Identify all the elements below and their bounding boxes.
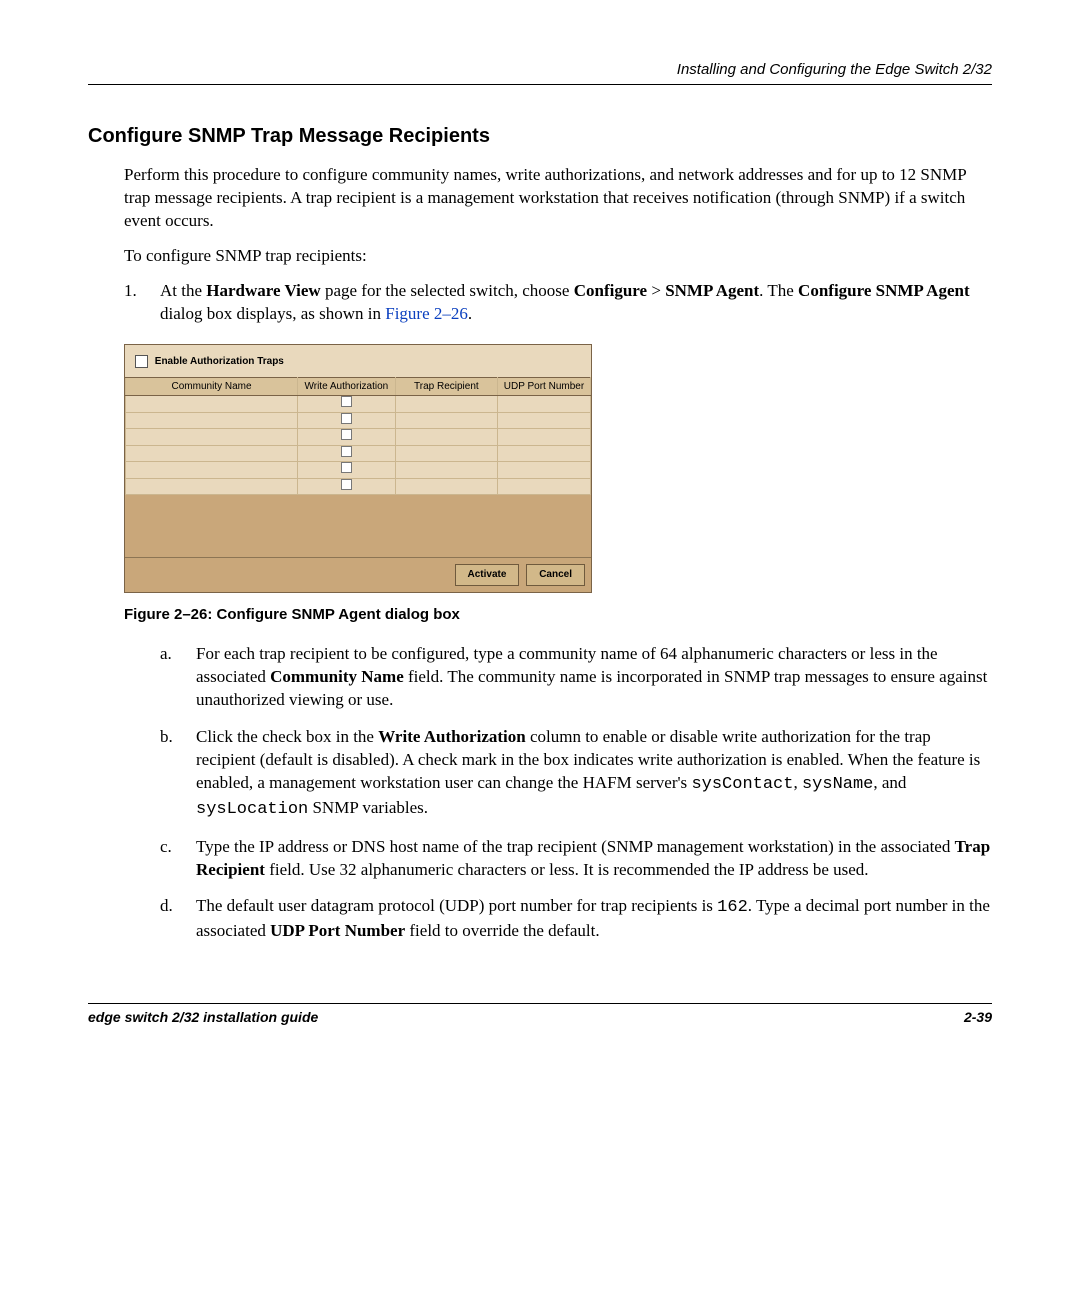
enable-auth-traps-checkbox[interactable] bbox=[135, 355, 148, 368]
substep-b-marker: b. bbox=[160, 726, 173, 749]
configure-snmp-agent-dialog: Enable Authorization Traps Community Nam… bbox=[124, 344, 592, 593]
trap-recipient-field[interactable] bbox=[395, 462, 497, 479]
cancel-button[interactable]: Cancel bbox=[526, 564, 585, 586]
running-header: Installing and Configuring the Edge Swit… bbox=[88, 60, 992, 85]
write-auth-checkbox[interactable] bbox=[341, 462, 352, 473]
intro-paragraph-2: To configure SNMP trap recipients: bbox=[124, 245, 992, 268]
substep-d-text: The default user datagram protocol (UDP)… bbox=[196, 896, 990, 940]
intro-paragraph-1: Perform this procedure to configure comm… bbox=[124, 164, 992, 233]
snmp-table: Community Name Write Authorization Trap … bbox=[125, 377, 591, 496]
col-udp-port-number: UDP Port Number bbox=[497, 377, 590, 396]
community-name-field[interactable] bbox=[126, 396, 298, 413]
substep-d-marker: d. bbox=[160, 895, 173, 918]
step-1-text: At the Hardware View page for the select… bbox=[160, 281, 970, 323]
table-row bbox=[126, 396, 591, 413]
write-auth-checkbox[interactable] bbox=[341, 446, 352, 457]
trap-recipient-field[interactable] bbox=[395, 429, 497, 446]
udp-port-field[interactable] bbox=[497, 429, 590, 446]
community-name-field[interactable] bbox=[126, 429, 298, 446]
step-1: 1. At the Hardware View page for the sel… bbox=[124, 280, 992, 326]
figure-link[interactable]: Figure 2–26 bbox=[385, 304, 468, 323]
footer-page-number: 2-39 bbox=[964, 1008, 992, 1027]
step-1-marker: 1. bbox=[124, 280, 137, 303]
substep-d: d. The default user datagram protocol (U… bbox=[160, 895, 992, 943]
table-row bbox=[126, 462, 591, 479]
dialog-button-bar: Activate Cancel bbox=[125, 557, 591, 592]
col-community-name: Community Name bbox=[126, 377, 298, 396]
page-footer: edge switch 2/32 installation guide 2-39 bbox=[88, 1003, 992, 1027]
substep-a: a. For each trap recipient to be configu… bbox=[160, 643, 992, 712]
enable-auth-traps-label: Enable Authorization Traps bbox=[155, 356, 284, 367]
table-row bbox=[126, 412, 591, 429]
substep-c-text: Type the IP address or DNS host name of … bbox=[196, 837, 990, 879]
col-trap-recipient: Trap Recipient bbox=[395, 377, 497, 396]
udp-port-field[interactable] bbox=[497, 478, 590, 495]
substep-c: c. Type the IP address or DNS host name … bbox=[160, 836, 992, 882]
write-auth-checkbox[interactable] bbox=[341, 396, 352, 407]
dialog-top-panel: Enable Authorization Traps bbox=[125, 345, 591, 377]
substep-a-text: For each trap recipient to be configured… bbox=[196, 644, 987, 709]
trap-recipient-field[interactable] bbox=[395, 445, 497, 462]
substep-b: b. Click the check box in the Write Auth… bbox=[160, 726, 992, 822]
figure-2-26: Enable Authorization Traps Community Nam… bbox=[124, 344, 992, 593]
community-name-field[interactable] bbox=[126, 445, 298, 462]
write-auth-checkbox[interactable] bbox=[341, 479, 352, 490]
community-name-field[interactable] bbox=[126, 412, 298, 429]
trap-recipient-field[interactable] bbox=[395, 412, 497, 429]
substep-c-marker: c. bbox=[160, 836, 172, 859]
trap-recipient-field[interactable] bbox=[395, 478, 497, 495]
udp-port-field[interactable] bbox=[497, 445, 590, 462]
table-row bbox=[126, 445, 591, 462]
udp-port-field[interactable] bbox=[497, 462, 590, 479]
section-heading: Configure SNMP Trap Message Recipients bbox=[88, 123, 992, 150]
dialog-spacer bbox=[125, 495, 591, 557]
figure-caption: Figure 2–26: Configure SNMP Agent dialog… bbox=[124, 605, 992, 625]
table-header-row: Community Name Write Authorization Trap … bbox=[126, 377, 591, 396]
activate-button[interactable]: Activate bbox=[455, 564, 520, 586]
substep-b-text: Click the check box in the Write Authori… bbox=[196, 727, 980, 817]
community-name-field[interactable] bbox=[126, 462, 298, 479]
table-row bbox=[126, 478, 591, 495]
trap-recipient-field[interactable] bbox=[395, 396, 497, 413]
community-name-field[interactable] bbox=[126, 478, 298, 495]
udp-port-field[interactable] bbox=[497, 412, 590, 429]
write-auth-checkbox[interactable] bbox=[341, 429, 352, 440]
table-row bbox=[126, 429, 591, 446]
write-auth-checkbox[interactable] bbox=[341, 413, 352, 424]
udp-port-field[interactable] bbox=[497, 396, 590, 413]
footer-title: edge switch 2/32 installation guide bbox=[88, 1008, 318, 1027]
substep-a-marker: a. bbox=[160, 643, 172, 666]
col-write-authorization: Write Authorization bbox=[298, 377, 396, 396]
